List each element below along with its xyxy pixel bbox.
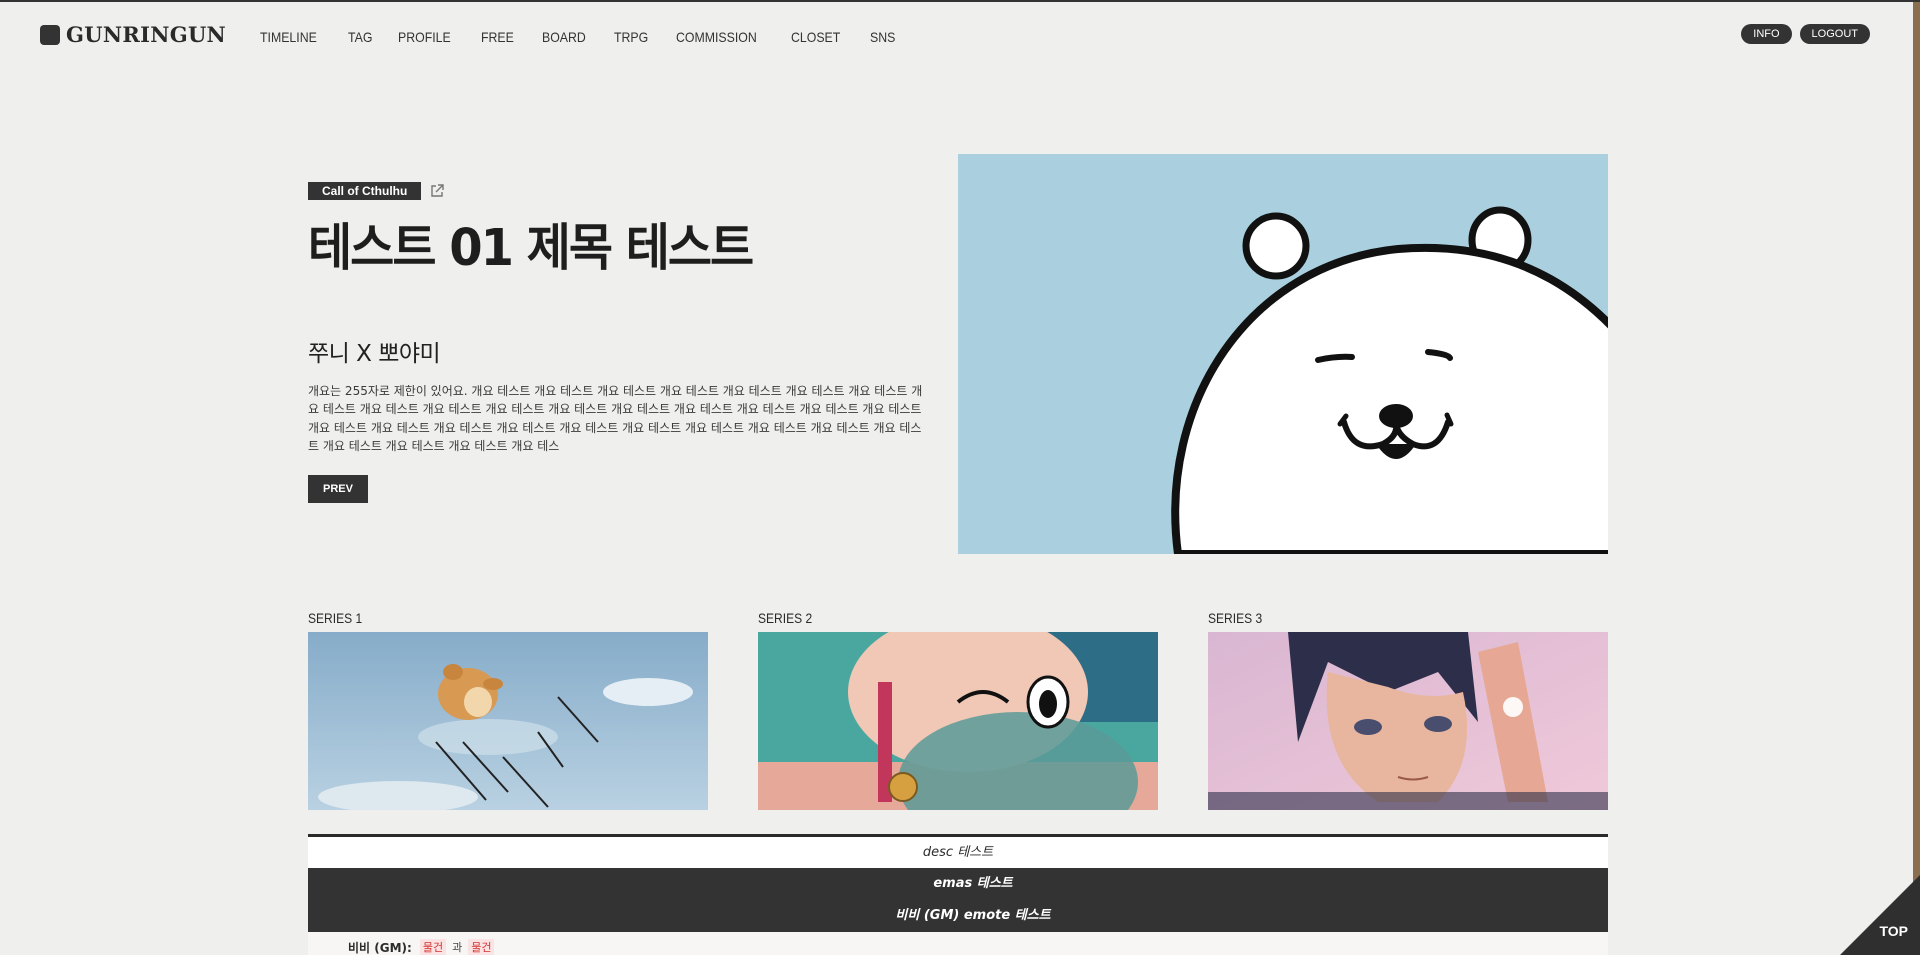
account-actions: INFO LOGOUT	[1741, 24, 1870, 44]
site-logo[interactable]: GUNRINGUN	[40, 22, 226, 47]
summary-text: 개요는 255자로 제한이 있어요. 개요 테스트 개요 테스트 개요 테스트 …	[308, 384, 923, 453]
info-button[interactable]: INFO	[1741, 24, 1792, 44]
series-label: SERIES 1	[308, 610, 363, 626]
series-card-3[interactable]: SERIES 3	[1208, 610, 1608, 810]
nav-closet[interactable]: CLOSET	[791, 29, 840, 45]
bear-illustration	[958, 154, 1608, 554]
page-title: 테스트 01 제목 테스트	[308, 218, 754, 278]
emas-bar: emas 테스트	[308, 868, 1608, 900]
series-thumbnail[interactable]	[308, 632, 708, 810]
flying-plush-image	[308, 632, 708, 810]
logout-button[interactable]: LOGOUT	[1799, 24, 1870, 44]
top-navigation-bar: GUNRINGUN TIMELINE TAG PROFILE FREE BOAR…	[0, 2, 1920, 72]
main-nav: TIMELINE TAG PROFILE FREE BOARD TRPG COM…	[260, 29, 899, 45]
nav-trpg[interactable]: TRPG	[614, 29, 648, 45]
emote-bar: 비비 (GM) emote 테스트	[308, 900, 1608, 932]
nav-free[interactable]: FREE	[481, 29, 514, 45]
pairing-subtitle: 쭈니 X 뽀야미	[308, 341, 441, 367]
series-thumbnail[interactable]	[758, 632, 1158, 810]
keyword-connector: 과	[452, 941, 463, 954]
nav-tag[interactable]: TAG	[348, 29, 372, 45]
keyword-1: 물건	[419, 939, 447, 955]
nav-sns[interactable]: SNS	[870, 29, 895, 45]
series-label: SERIES 3	[1208, 610, 1263, 626]
series-card-2[interactable]: SERIES 2	[758, 610, 1158, 810]
hero-image	[958, 154, 1608, 554]
nav-board[interactable]: BOARD	[542, 29, 586, 45]
window-right-edge	[1913, 2, 1920, 955]
nav-profile[interactable]: PROFILE	[398, 29, 451, 45]
series-card-1[interactable]: SERIES 1	[308, 610, 708, 810]
emote-row: 비비 (GM): 물건 과 물건	[308, 932, 1608, 955]
top-label[interactable]: TOP	[1879, 923, 1908, 939]
series-label: SERIES 2	[758, 610, 813, 626]
hero-text: Call of Cthulhu 테스트 01 제목 테스트 쭈니 X 뽀야미 개…	[308, 182, 930, 504]
logo-square-icon	[40, 24, 60, 45]
nav-timeline[interactable]: TIMELINE	[260, 29, 317, 45]
nav-commission[interactable]: COMMISSION	[676, 29, 757, 45]
desc-bar: desc 테스트	[308, 834, 1608, 868]
rule-tag[interactable]: Call of Cthulhu	[308, 182, 422, 200]
logo-text: GUNRINGUN	[66, 22, 227, 47]
series-thumbnail[interactable]	[1208, 632, 1608, 810]
anime-portrait-image	[1208, 632, 1608, 810]
anime-character-image	[758, 632, 1158, 810]
external-link-icon[interactable]	[429, 183, 445, 199]
scroll-top-button[interactable]	[1840, 875, 1920, 955]
log-info-block: desc 테스트 emas 테스트 비비 (GM) emote 테스트 비비 (…	[308, 834, 1608, 955]
emote-speaker: 비비 (GM):	[348, 940, 412, 955]
tag-row: Call of Cthulhu	[308, 182, 930, 200]
prev-button[interactable]: PREV	[308, 475, 368, 504]
keyword-2: 물건	[468, 939, 495, 955]
